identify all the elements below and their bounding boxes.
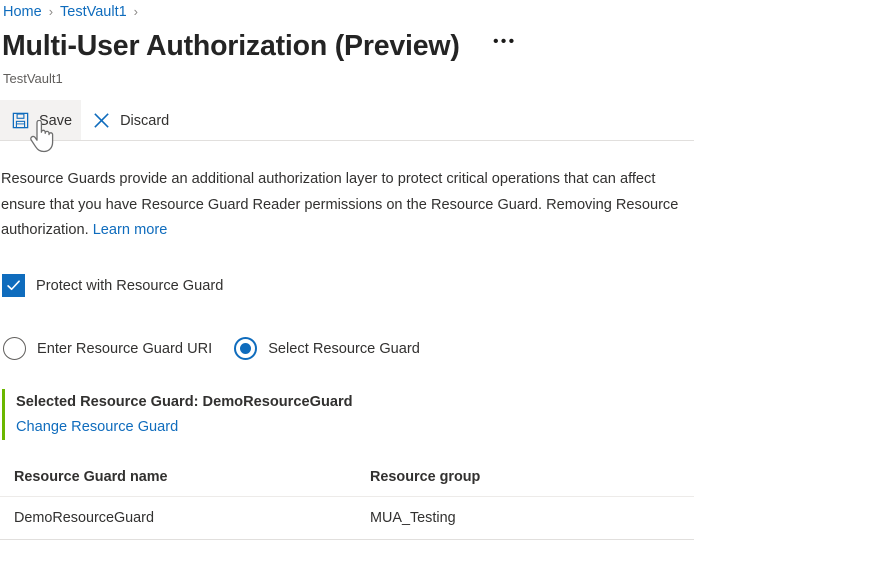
save-button-label: Save: [39, 112, 73, 129]
cell-resource-group: MUA_Testing: [356, 496, 694, 540]
close-x-icon: [91, 110, 111, 130]
discard-button[interactable]: Discard: [81, 100, 178, 140]
selected-guard-summary: Selected Resource Guard: DemoResourceGua…: [16, 394, 353, 410]
radio-enter-uri-label: Enter Resource Guard URI: [37, 340, 213, 357]
title-row: Multi-User Authorization (Preview) •••: [2, 27, 518, 65]
breadcrumb-item-testvault1[interactable]: TestVault1: [60, 2, 127, 22]
checkbox-box[interactable]: [2, 274, 25, 297]
discard-button-label: Discard: [120, 112, 170, 129]
cell-resource-guard-name: DemoResourceGuard: [0, 496, 356, 540]
protect-with-resource-guard-checkbox[interactable]: Protect with Resource Guard: [2, 274, 223, 297]
change-resource-guard-link[interactable]: Change Resource Guard: [16, 416, 178, 438]
description-line-2: ensure that you have Resource Guard Read…: [1, 196, 679, 213]
breadcrumb-chevron-right-icon: ›: [48, 4, 54, 19]
page-title: Multi-User Authorization (Preview): [2, 30, 460, 62]
column-header-resource-group[interactable]: Resource group: [356, 463, 694, 497]
selected-resource-guard-panel: Selected Resource Guard: DemoResourceGua…: [2, 389, 692, 440]
description-line-3: authorization. Learn more: [1, 218, 701, 244]
radio-circle-unselected-icon[interactable]: [3, 337, 26, 360]
breadcrumb-item-home[interactable]: Home: [3, 2, 42, 22]
resource-guard-table: Resource Guard name Resource group DemoR…: [0, 463, 694, 540]
protect-checkbox-label: Protect with Resource Guard: [36, 277, 224, 294]
radio-dot-selected: [240, 343, 252, 354]
mua-settings-page: Home › TestVault1 › Multi-User Authoriza…: [0, 0, 896, 573]
learn-more-link[interactable]: Learn more: [93, 222, 168, 238]
checkmark-icon: [7, 280, 20, 291]
breadcrumb: Home › TestVault1 ›: [3, 2, 145, 22]
radio-select-guard-label: Select Resource Guard: [268, 340, 420, 357]
save-floppy-icon: [10, 110, 30, 130]
column-header-resource-guard-name[interactable]: Resource Guard name: [0, 463, 356, 497]
table-header-row: Resource Guard name Resource group: [0, 463, 694, 497]
radio-enter-resource-guard-uri[interactable]: Enter Resource Guard URI: [3, 337, 212, 360]
table-row[interactable]: DemoResourceGuard MUA_Testing: [0, 496, 694, 540]
save-button[interactable]: Save: [0, 100, 82, 140]
description-line-3-text: authorization.: [1, 222, 89, 238]
description-line-1: Resource Guards provide an additional au…: [1, 171, 656, 187]
radio-circle-selected-icon[interactable]: [234, 337, 258, 360]
radio-select-resource-guard[interactable]: Select Resource Guard: [234, 337, 420, 360]
more-options-icon[interactable]: •••: [492, 33, 518, 59]
description-text: Resource Guards provide an additional au…: [1, 167, 701, 244]
resource-guard-mode-radio-group: Enter Resource Guard URI Select Resource…: [3, 337, 420, 360]
breadcrumb-chevron-right-icon-2: ›: [133, 4, 139, 19]
page-subtitle: TestVault1: [3, 71, 63, 86]
command-bar: Save Discard: [0, 100, 694, 141]
